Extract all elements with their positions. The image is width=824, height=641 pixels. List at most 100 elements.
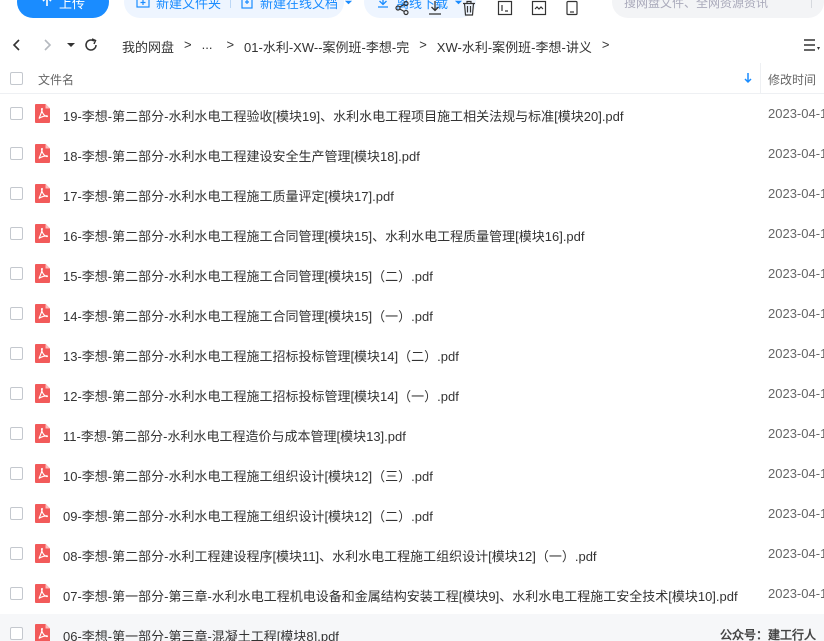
- row-checkbox[interactable]: [10, 507, 23, 520]
- history-dropdown-icon[interactable]: [63, 37, 79, 53]
- refresh-icon[interactable]: [83, 37, 99, 53]
- pdf-file-icon: [35, 464, 50, 483]
- file-list-header: 文件名 修改时间: [0, 63, 824, 94]
- more-options-icon[interactable]: [564, 0, 580, 16]
- file-row[interactable]: 13-李想-第二部分-水利水电工程施工招标投标管理[模块14]（二）.pdf 20…: [0, 334, 824, 374]
- file-row[interactable]: 18-李想-第二部分-水利水电工程建设安全生产管理[模块18].pdf 2023-…: [0, 134, 824, 174]
- new-folder-button[interactable]: 新建文件夹: [136, 0, 221, 12]
- breadcrumb-separator: >: [601, 37, 610, 52]
- top-toolbar: 上传 新建文件夹 新建在线文档 离线下载 搜网盘文件、全网资源资讯: [0, 0, 824, 22]
- file-row[interactable]: 16-李想-第二部分-水利水电工程施工合同管理[模块15]、水利水电工程质量管理…: [0, 214, 824, 254]
- file-name[interactable]: 09-李想-第二部分-水利水电工程施工组织设计[模块12]（二）.pdf: [63, 506, 433, 525]
- row-checkbox[interactable]: [10, 347, 23, 360]
- back-icon[interactable]: [9, 37, 25, 53]
- row-checkbox[interactable]: [10, 267, 23, 280]
- download-icon: [378, 0, 388, 8]
- file-modified-date: 2023-04-1: [768, 546, 824, 561]
- file-name[interactable]: 18-李想-第二部分-水利水电工程建设安全生产管理[模块18].pdf: [63, 146, 420, 165]
- file-name[interactable]: 11-李想-第二部分-水利水电工程造价与成本管理[模块13].pdf: [63, 426, 406, 445]
- row-checkbox[interactable]: [10, 147, 23, 160]
- breadcrumb-item-course[interactable]: 01-水利-XW--案例班-李想-完: [244, 37, 409, 56]
- file-row[interactable]: 19-李想-第二部分-水利水电工程验收[模块19]、水利水电工程项目施工相关法规…: [0, 94, 824, 134]
- row-checkbox[interactable]: [10, 627, 23, 640]
- row-checkbox[interactable]: [10, 587, 23, 600]
- row-checkbox[interactable]: [10, 307, 23, 320]
- file-row[interactable]: 14-李想-第二部分-水利水电工程施工合同管理[模块15]（一）.pdf 2023…: [0, 294, 824, 334]
- pdf-file-icon: [35, 584, 50, 603]
- download-icon[interactable]: [427, 0, 443, 16]
- preview-icon[interactable]: [531, 0, 547, 16]
- file-name[interactable]: 06-李想-第一部分-第三章-混凝土工程[模块8].pdf: [63, 626, 339, 641]
- file-name[interactable]: 16-李想-第二部分-水利水电工程施工合同管理[模块15]、水利水电工程质量管理…: [63, 226, 585, 245]
- select-all-checkbox[interactable]: [10, 72, 23, 85]
- file-row[interactable]: 15-李想-第二部分-水利水电工程施工合同管理[模块15]（二）.pdf 2023…: [0, 254, 824, 294]
- pdf-file-icon: [35, 624, 50, 641]
- file-modified-date: 2023-04-1: [768, 146, 824, 161]
- breadcrumb-item-ellipsis[interactable]: ...: [202, 37, 213, 56]
- file-name[interactable]: 15-李想-第二部分-水利水电工程施工合同管理[模块15]（二）.pdf: [63, 266, 433, 285]
- rename-icon[interactable]: [497, 0, 513, 16]
- breadcrumb-item-root[interactable]: 我的网盘: [122, 37, 174, 56]
- breadcrumb-separator: >: [419, 37, 427, 52]
- search-divider: [811, 0, 812, 8]
- file-name[interactable]: 13-李想-第二部分-水利水电工程施工招标投标管理[模块14]（二）.pdf: [63, 346, 459, 365]
- pdf-file-icon: [35, 384, 50, 403]
- delete-icon[interactable]: [461, 0, 477, 16]
- search-input[interactable]: 搜网盘文件、全网资源资讯: [612, 0, 824, 18]
- file-name[interactable]: 07-李想-第一部分-第三章-水利水电工程机电设备和金属结构安装工程[模块9]、…: [63, 586, 738, 605]
- file-name[interactable]: 08-李想-第二部分-水利工程建设程序[模块11]、水利水电工程施工组织设计[模…: [63, 546, 597, 565]
- row-checkbox[interactable]: [10, 387, 23, 400]
- file-modified-date: 2023-04-1: [768, 466, 824, 481]
- file-row[interactable]: 17-李想-第二部分-水利水电工程施工质量评定[模块17].pdf 2023-04…: [0, 174, 824, 214]
- offline-download-button[interactable]: 离线下载: [364, 0, 476, 18]
- row-checkbox[interactable]: [10, 467, 23, 480]
- pdf-file-icon: [35, 304, 50, 323]
- file-name[interactable]: 10-李想-第二部分-水利水电工程施工组织设计[模块12]（三）.pdf: [63, 466, 433, 485]
- sort-arrow-icon[interactable]: [742, 71, 754, 85]
- file-modified-date: 2023-04-1: [768, 306, 824, 321]
- pdf-file-icon: [35, 184, 50, 203]
- upload-button[interactable]: 上传: [17, 0, 109, 18]
- file-row[interactable]: 07-李想-第一部分-第三章-水利水电工程机电设备和金属结构安装工程[模块9]、…: [0, 574, 824, 614]
- breadcrumb-separator: >: [184, 37, 192, 52]
- row-checkbox[interactable]: [10, 427, 23, 440]
- pdf-file-icon: [35, 144, 50, 163]
- file-name[interactable]: 12-李想-第二部分-水利水电工程施工招标投标管理[模块14]（一）.pdf: [63, 386, 459, 405]
- forward-icon[interactable]: [39, 37, 55, 53]
- search-placeholder: 搜网盘文件、全网资源资讯: [624, 0, 769, 10]
- upload-label: 上传: [58, 0, 85, 11]
- file-name[interactable]: 17-李想-第二部分-水利水电工程施工质量评定[模块17].pdf: [63, 186, 394, 205]
- file-modified-date: 2023-04-1: [768, 506, 824, 521]
- pdf-file-icon: [35, 224, 50, 243]
- file-row[interactable]: 09-李想-第二部分-水利水电工程施工组织设计[模块12]（二）.pdf 2023…: [0, 494, 824, 534]
- column-header-modified[interactable]: 修改时间: [768, 71, 816, 88]
- share-icon[interactable]: [394, 0, 410, 16]
- column-divider: [760, 63, 761, 94]
- file-row[interactable]: 10-李想-第二部分-水利水电工程施工组织设计[模块12]（三）.pdf 2023…: [0, 454, 824, 494]
- row-checkbox[interactable]: [10, 187, 23, 200]
- breadcrumb-separator: >: [226, 37, 235, 52]
- toolbar-separator: [230, 0, 231, 8]
- file-modified-date: 2023-04-1: [768, 586, 824, 601]
- chevron-down-icon: [344, 0, 353, 4]
- row-checkbox[interactable]: [10, 547, 23, 560]
- row-checkbox[interactable]: [10, 107, 23, 120]
- file-name[interactable]: 14-李想-第二部分-水利水电工程施工合同管理[模块15]（一）.pdf: [63, 306, 433, 325]
- file-modified-date: 2023-04-1: [768, 186, 824, 201]
- file-row[interactable]: 12-李想-第二部分-水利水电工程施工招标投标管理[模块14]（一）.pdf 20…: [0, 374, 824, 414]
- breadcrumb-item-current: XW-水利-案例班-李想-讲义: [436, 40, 592, 55]
- file-row[interactable]: 06-李想-第一部分-第三章-混凝土工程[模块8].pdf: [0, 614, 824, 641]
- new-online-doc-button[interactable]: 新建在线文档: [240, 0, 353, 18]
- file-modified-date: 2023-04-1: [768, 226, 824, 241]
- new-folder-icon: [136, 0, 150, 8]
- row-checkbox[interactable]: [10, 227, 23, 240]
- file-modified-date: 2023-04-1: [768, 346, 824, 361]
- file-row[interactable]: 11-李想-第二部分-水利水电工程造价与成本管理[模块13].pdf 2023-0…: [0, 414, 824, 454]
- breadcrumb: 我的网盘 > ... > 01-水利-XW--案例班-李想-完 > XW-水利-…: [122, 37, 619, 56]
- column-header-name[interactable]: 文件名: [38, 71, 74, 88]
- file-row[interactable]: 08-李想-第二部分-水利工程建设程序[模块11]、水利水电工程施工组织设计[模…: [0, 534, 824, 574]
- new-online-doc-label: 新建在线文档: [260, 0, 339, 11]
- file-name[interactable]: 19-李想-第二部分-水利水电工程验收[模块19]、水利水电工程项目施工相关法规…: [63, 106, 624, 125]
- list-menu-icon[interactable]: [803, 37, 821, 53]
- new-doc-icon: [241, 0, 253, 9]
